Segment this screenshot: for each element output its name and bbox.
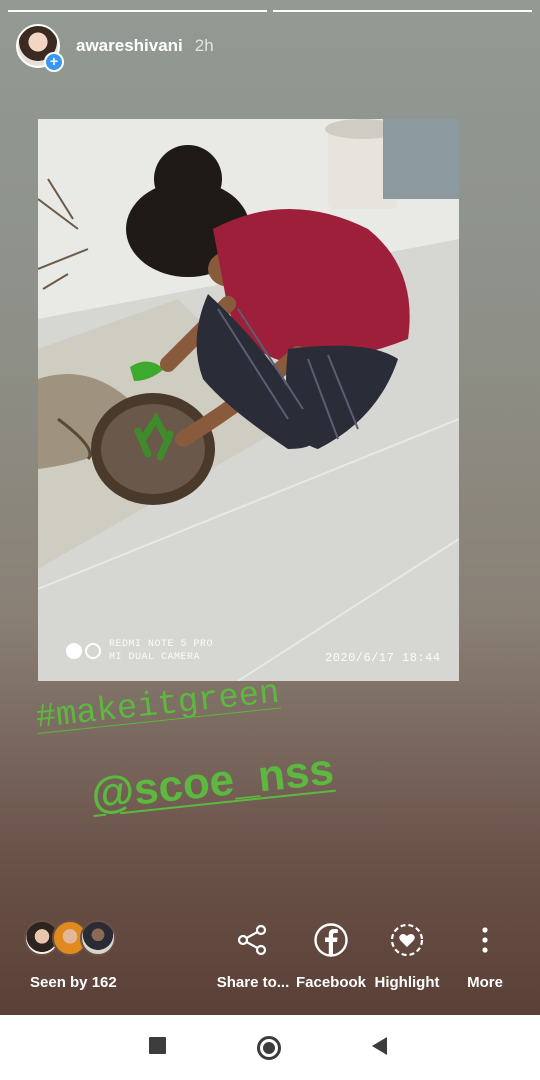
- android-navbar: [0, 1015, 540, 1080]
- username[interactable]: awareshivani: [76, 36, 183, 56]
- post-time: 2h: [194, 36, 214, 55]
- highlight-button[interactable]: Highlight: [374, 920, 440, 991]
- watermark-camera: MI DUAL CAMERA: [109, 652, 201, 663]
- watermark-model: REDMI NOTE 5 PRO: [109, 639, 214, 650]
- viewer-avatars[interactable]: [24, 920, 116, 956]
- share-button[interactable]: Share to...: [216, 920, 290, 991]
- share-label: Share to...: [216, 974, 290, 991]
- mention-sticker[interactable]: @scoe_nss: [89, 745, 336, 820]
- photo-datetime: 2020/6/17 18:44: [325, 651, 441, 665]
- story-view[interactable]: + awareshivani 2h REDMI NOTE 5 PRO MI DU…: [0, 0, 540, 1015]
- photo-illustration: [38, 119, 459, 681]
- story-photo: [38, 119, 459, 681]
- highlight-label: Highlight: [374, 974, 440, 991]
- add-story-icon[interactable]: +: [44, 52, 64, 72]
- more-label: More: [467, 974, 503, 991]
- more-button[interactable]: More: [454, 920, 516, 991]
- facebook-label: Facebook: [295, 974, 367, 991]
- back-icon[interactable]: [372, 1037, 387, 1055]
- home-icon[interactable]: [257, 1036, 281, 1060]
- story-progress: [8, 10, 532, 12]
- facebook-button[interactable]: Facebook: [296, 920, 366, 991]
- progress-segment: [8, 10, 267, 12]
- story-header: + awareshivani 2h: [16, 24, 214, 72]
- camera-logo-icon: [66, 643, 101, 659]
- viewer-avatar: [80, 920, 116, 956]
- highlight-heart-icon: [387, 920, 427, 960]
- hashtag-sticker[interactable]: #makeitgreen: [34, 675, 281, 738]
- share-icon: [233, 920, 273, 960]
- facebook-icon: [311, 920, 351, 960]
- progress-segment: [273, 10, 532, 12]
- avatar[interactable]: +: [16, 24, 64, 72]
- camera-watermark: REDMI NOTE 5 PRO MI DUAL CAMERA: [66, 638, 213, 664]
- more-vertical-icon: [465, 920, 505, 960]
- recent-apps-icon[interactable]: [149, 1037, 166, 1054]
- seen-by-count[interactable]: Seen by 162: [30, 974, 117, 991]
